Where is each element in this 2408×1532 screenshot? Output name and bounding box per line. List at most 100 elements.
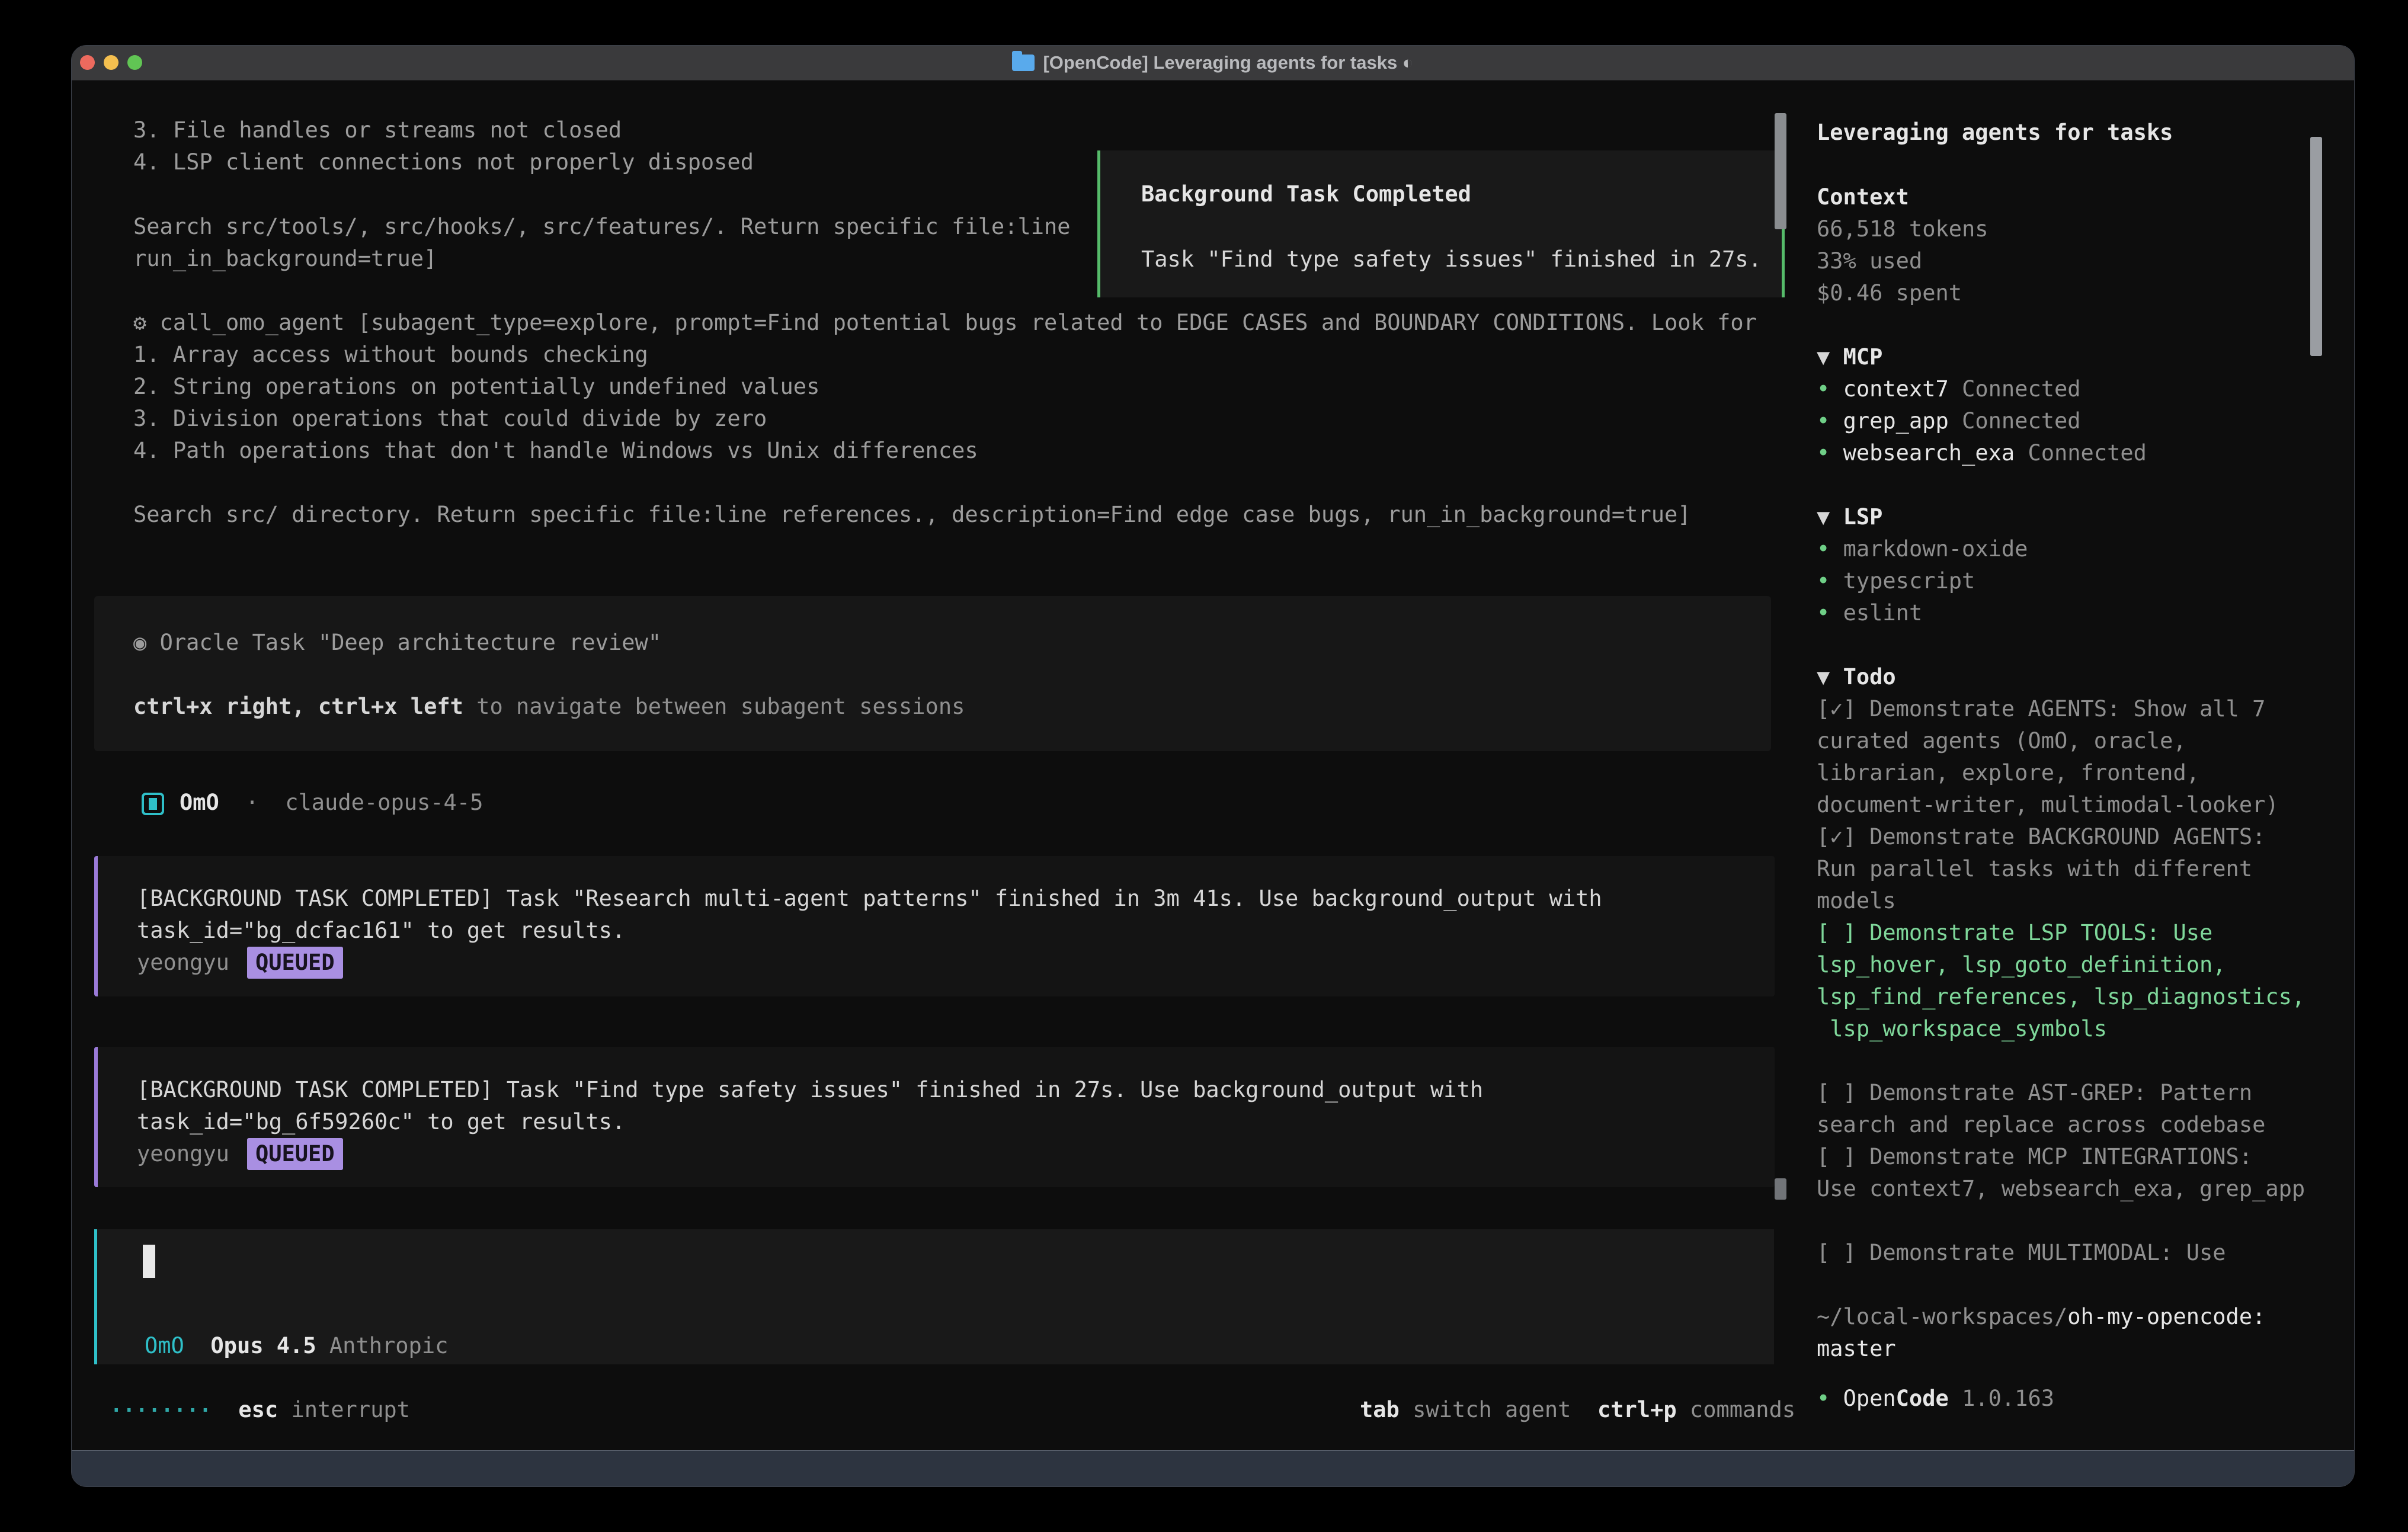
task-author: yeongyu: [137, 950, 229, 975]
tab-key-label: switch agent: [1413, 1397, 1571, 1422]
window-title: [OpenCode] Leveraging agents for tasks ◐: [1043, 52, 1413, 73]
task-result-line: task_id="bg_6f59260c" to get results.: [137, 1106, 625, 1138]
tool-call-item: 2. String operations on potentially unde…: [133, 371, 819, 403]
todo-line-active: lsp_find_references, lsp_diagnostics,: [1817, 981, 2305, 1013]
tool-call-footer: Search src/ directory. Return specific f…: [133, 499, 1691, 531]
scrollback-line: 4. LSP client connections not properly d…: [133, 146, 754, 178]
tool-call-header: ⚙ call_omo_agent [subagent_type=explore,…: [133, 307, 1757, 339]
tab-key-hint: tab: [1360, 1397, 1400, 1422]
task-result-line: [BACKGROUND TASK COMPLETED] Task "Find t…: [137, 1074, 1483, 1106]
chevron-down-icon[interactable]: ▼: [1817, 664, 1830, 690]
bullet-icon: •: [1817, 1386, 1830, 1411]
todo-line-active: lsp_workspace_symbols: [1817, 1013, 2107, 1045]
agent-model: claude-opus-4-5: [285, 790, 483, 815]
task-author: yeongyu: [137, 1141, 229, 1166]
task-result-box: [BACKGROUND TASK COMPLETED] Task "Resear…: [94, 856, 1775, 996]
minimize-window-button[interactable]: [104, 55, 119, 70]
title-bar: [OpenCode] Leveraging agents for tasks ◐: [72, 46, 2354, 81]
zoom-window-button[interactable]: [127, 55, 142, 70]
agent-header: OmO · claude-opus-4-5: [142, 787, 483, 819]
agent-icon: [142, 793, 164, 815]
todo-line: Run parallel tasks with different: [1817, 853, 2252, 885]
context-used: 33% used: [1817, 245, 1922, 277]
text-cursor: [143, 1245, 155, 1278]
input-model[interactable]: Opus 4.5: [210, 1333, 316, 1358]
scrollback-line: Search src/tools/, src/hooks/, src/featu…: [133, 211, 1071, 243]
main-scrollbar-end[interactable]: [1775, 1178, 1786, 1200]
mcp-item: • grep_app Connected: [1817, 405, 2081, 437]
input-provider: Anthropic: [329, 1333, 448, 1358]
chevron-down-icon[interactable]: ▼: [1817, 504, 1830, 530]
sidebar-context-heading: Context: [1817, 181, 1909, 213]
app-window: [OpenCode] Leveraging agents for tasks ◐…: [71, 45, 2355, 1487]
todo-line: search and replace across codebase: [1817, 1109, 2265, 1141]
lsp-item: • markdown-oxide: [1817, 533, 2028, 565]
todo-line: [✓] Demonstrate AGENTS: Show all 7: [1817, 693, 2265, 725]
oracle-task-box: ◉ Oracle Task "Deep architecture review"…: [94, 596, 1771, 751]
toast-notification[interactable]: Background Task Completed Task "Find typ…: [1097, 150, 1785, 297]
bullet-icon: •: [1817, 536, 1830, 562]
task-result-line: [BACKGROUND TASK COMPLETED] Task "Resear…: [137, 883, 1602, 915]
todo-line: Use context7, websearch_exa, grep_app: [1817, 1173, 2305, 1205]
window-title-group: [OpenCode] Leveraging agents for tasks ◐: [1012, 52, 1413, 73]
input-agent[interactable]: OmO: [145, 1333, 184, 1358]
todo-line: librarian, explore, frontend,: [1817, 757, 2199, 789]
agent-separator: [219, 790, 246, 815]
sidebar-section-mcp[interactable]: ▼ MCP: [1817, 341, 1882, 373]
agent-name: OmO: [180, 790, 219, 815]
esc-key-label: interrupt: [291, 1397, 409, 1422]
todo-line: [ ] Demonstrate AST-GREP: Pattern: [1817, 1077, 2252, 1109]
todo-line: curated agents (OmO, oracle,: [1817, 725, 2186, 757]
window-bottom-bar: [72, 1450, 2354, 1486]
todo-line-active: lsp_hover, lsp_goto_definition,: [1817, 949, 2226, 981]
oracle-task-hint: ctrl+x right, ctrl+x left to navigate be…: [133, 691, 965, 723]
sidebar-section-lsp[interactable]: ▼ LSP: [1817, 501, 1882, 533]
hint-text: to navigate between subagent sessions: [463, 694, 965, 719]
gear-icon: ⚙: [133, 310, 146, 335]
task-result-box: [BACKGROUND TASK COMPLETED] Task "Find t…: [94, 1047, 1775, 1187]
task-result-meta: yeongyuQUEUED: [137, 1138, 343, 1170]
workspace-branch: master: [1817, 1333, 1896, 1365]
sidebar-session-title: Leveraging agents for tasks: [1817, 117, 2173, 149]
dot-separator: ·: [245, 790, 258, 815]
scrollback-line: 3. File handles or streams not closed: [133, 114, 622, 146]
lsp-item: • typescript: [1817, 565, 1975, 597]
main-scrollbar-thumb[interactable]: [1775, 113, 1786, 229]
prompt-input[interactable]: OmO Opus 4.5 Anthropic: [94, 1229, 1774, 1364]
context-tokens: 66,518 tokens: [1817, 213, 1988, 245]
lsp-item: • eslint: [1817, 597, 1922, 629]
todo-line: [ ] Demonstrate MCP INTEGRATIONS:: [1817, 1141, 2252, 1173]
tool-call-item: 4. Path operations that don't handle Win…: [133, 435, 978, 467]
toast-title: Background Task Completed: [1141, 178, 1471, 210]
close-window-button[interactable]: [80, 55, 95, 70]
tool-call-item: 3. Division operations that could divide…: [133, 403, 767, 435]
esc-key-hint: esc: [238, 1397, 278, 1422]
folder-icon: [1012, 55, 1035, 71]
todo-line: models: [1817, 885, 1896, 917]
screenshot-root: { "theme": { "accent_teal": "#2fc0c9", "…: [0, 0, 2408, 1532]
mcp-item: • websearch_exa Connected: [1817, 437, 2147, 469]
app-version: • OpenCode 1.0.163: [1817, 1383, 2054, 1415]
spinner-dots-icon: ········: [110, 1399, 212, 1422]
chevron-down-icon[interactable]: ▼: [1817, 344, 1830, 370]
bullet-icon: •: [1817, 600, 1830, 626]
status-left: ········ esc interrupt: [110, 1394, 410, 1427]
fisheye-icon: ◉: [133, 630, 146, 655]
status-right: tab switch agent ctrl+p commands: [1360, 1394, 1795, 1426]
sidebar-section-todo[interactable]: ▼ Todo: [1817, 661, 1896, 693]
tool-call-item: 1. Array access without bounds checking: [133, 339, 648, 371]
oracle-task-title: ◉ Oracle Task "Deep architecture review": [133, 627, 661, 659]
bullet-icon: •: [1817, 408, 1830, 434]
bullet-icon: •: [1817, 440, 1830, 466]
sidebar-scrollbar-thumb[interactable]: [2310, 137, 2322, 356]
mcp-item: • context7 Connected: [1817, 373, 2081, 405]
context-spent: $0.46 spent: [1817, 277, 1962, 309]
scrollback-line: run_in_background=true]: [133, 243, 437, 275]
task-result-line: task_id="bg_dcfac161" to get results.: [137, 915, 625, 947]
bullet-icon: •: [1817, 376, 1830, 402]
bullet-icon: •: [1817, 568, 1830, 594]
input-meta: OmO Opus 4.5 Anthropic: [145, 1330, 448, 1362]
ctrlp-key-hint: ctrl+p: [1597, 1397, 1677, 1422]
ctrlp-key-label: commands: [1690, 1397, 1795, 1422]
todo-line-active: [ ] Demonstrate LSP TOOLS: Use: [1817, 917, 2212, 949]
